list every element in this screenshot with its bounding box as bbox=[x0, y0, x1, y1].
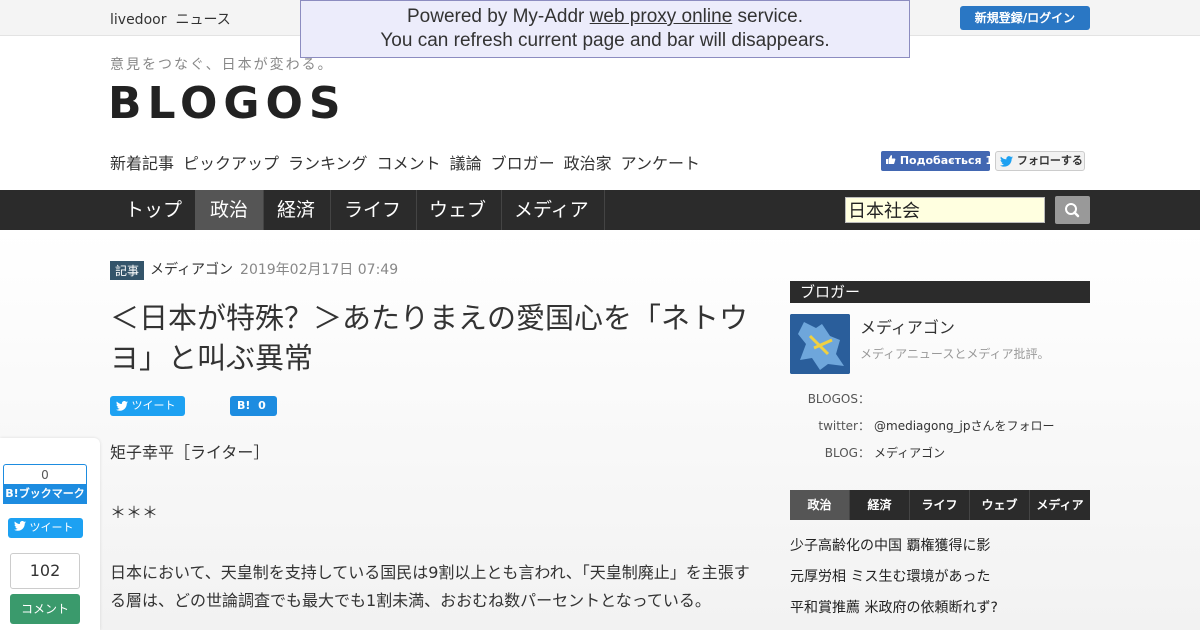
search-input[interactable] bbox=[845, 197, 1045, 223]
twitter-key: twitter： bbox=[818, 419, 870, 433]
article-type-badge: 記事 bbox=[110, 260, 145, 280]
tab-life[interactable]: ライフ bbox=[329, 190, 418, 230]
comment-button[interactable]: コメント bbox=[10, 594, 80, 624]
subnav-item-comment[interactable]: コメント bbox=[377, 154, 441, 173]
search-button[interactable] bbox=[1055, 196, 1090, 224]
blogger-blogos-row: BLOGOS： bbox=[790, 390, 870, 407]
tweet-float-button[interactable]: ツイート bbox=[8, 518, 83, 538]
register-login-button[interactable]: 新規登録/ログイン bbox=[960, 6, 1090, 30]
tweet-float-label: ツイート bbox=[29, 521, 74, 534]
subnav-item-survey[interactable]: アンケート bbox=[621, 154, 700, 173]
sidebar-news-link[interactable]: 平和賞推薦 米政府の依頼断れず? bbox=[790, 597, 998, 617]
site-name[interactable]: livedoor bbox=[110, 12, 166, 28]
proxy-suffix: service. bbox=[732, 6, 804, 27]
article-paragraph: 日本において、天皇制を支持している国民は9割以上とも言われ、「天皇制廃止」を主張… bbox=[110, 563, 750, 610]
sidebar-blogger-heading: ブロガー bbox=[790, 281, 1090, 303]
tab-web[interactable]: ウェブ bbox=[414, 190, 503, 230]
blogger-blog-row: BLOG： メディアゴン bbox=[790, 444, 945, 461]
blogger-avatar[interactable] bbox=[790, 314, 850, 374]
twitter-follow-label: フォローする bbox=[1016, 154, 1083, 167]
cat-tab-life[interactable]: ライフ bbox=[910, 490, 970, 520]
article-author[interactable]: メディアゴン bbox=[150, 262, 233, 278]
category-tabs: 政治 経済 ライフ ウェブ メディア bbox=[790, 490, 1090, 520]
sidebar-news-link[interactable]: 少子高齢化の中国 覇権獲得に影 bbox=[790, 535, 990, 555]
proxy-line-1: Powered by My-Addr web proxy online serv… bbox=[301, 5, 909, 29]
subnav-item-politician[interactable]: 政治家 bbox=[564, 154, 612, 173]
hatena-bookmark-float-button[interactable]: B!ブックマーク bbox=[3, 484, 87, 504]
sub-navigation: 新着記事 ピックアップ ランキング コメント 議論 ブロガー 政治家 アンケート bbox=[110, 150, 709, 174]
cat-tab-economy[interactable]: 経済 bbox=[850, 490, 910, 520]
blogger-description: メディアニュースとメディア批評。 bbox=[860, 347, 1050, 361]
search-icon bbox=[1065, 203, 1080, 218]
subnav-item-ranking[interactable]: ランキング bbox=[288, 154, 368, 173]
facebook-like-label: Подобається 13 bbox=[899, 154, 990, 167]
tab-politics[interactable]: 政治 bbox=[195, 190, 265, 230]
twitter-bird-icon bbox=[116, 401, 128, 411]
proxy-link[interactable]: web proxy online bbox=[590, 6, 733, 27]
blogger-name[interactable]: メディアゴン bbox=[860, 314, 955, 338]
cat-tab-web[interactable]: ウェブ bbox=[970, 490, 1030, 520]
site-brand[interactable]: livedoor ニュース bbox=[110, 9, 240, 29]
blogos-logo[interactable]: BLOGOS bbox=[108, 78, 347, 129]
mediagong-avatar-icon bbox=[790, 314, 850, 374]
main-navigation: トップ 政治 経済 ライフ ウェブ メディア bbox=[0, 190, 1200, 230]
cat-tab-media[interactable]: メディア bbox=[1030, 490, 1090, 520]
tweet-button[interactable]: ツイート bbox=[110, 396, 185, 416]
tweet-label: ツイート bbox=[131, 399, 176, 412]
blogger-twitter-row: twitter： @mediagong_jpさんをフォロー bbox=[790, 417, 1055, 434]
blog-key: BLOG： bbox=[824, 446, 870, 460]
thumbs-up-icon bbox=[886, 155, 896, 164]
hatena-bookmark-button[interactable]: B! 0 bbox=[230, 396, 277, 416]
article-paragraph-byline: 矩子幸平［ライター］ bbox=[110, 443, 270, 462]
article-meta: 記事 メディアゴン 2019年02月17日 07:49 bbox=[110, 259, 398, 280]
hatena-icon: B! bbox=[237, 399, 251, 412]
facebook-like-button[interactable]: Подобається 13 bbox=[881, 151, 990, 171]
cat-tab-politics[interactable]: 政治 bbox=[790, 490, 850, 520]
tab-economy[interactable]: 経済 bbox=[262, 190, 332, 230]
proxy-line-2: You can refresh current page and bar wil… bbox=[380, 30, 830, 51]
article-date: 2019年02月17日 07:49 bbox=[240, 262, 399, 278]
twitter-follow-button[interactable]: フォローする bbox=[995, 151, 1085, 171]
tab-media[interactable]: メディア bbox=[499, 190, 605, 230]
twitter-follow-link[interactable]: @mediagong_jpさんをフォロー bbox=[874, 419, 1055, 433]
proxy-prefix: Powered by My-Addr bbox=[406, 6, 590, 27]
subnav-item-new[interactable]: 新着記事 bbox=[110, 154, 174, 173]
sidebar-news-link[interactable]: 元厚労相 ミス生む環境があった bbox=[790, 566, 990, 586]
hatena-bookmark-count: 0 bbox=[3, 464, 87, 484]
tab-top[interactable]: トップ bbox=[110, 190, 199, 230]
twitter-bird-icon bbox=[14, 521, 26, 531]
proxy-banner: Powered by My-Addr web proxy online serv… bbox=[300, 0, 910, 58]
blog-link[interactable]: メディアゴン bbox=[874, 446, 945, 460]
comment-count: 102 bbox=[10, 553, 80, 589]
subnav-item-blogger[interactable]: ブロガー bbox=[491, 154, 555, 173]
article-paragraph-separator: ＊＊＊ bbox=[110, 503, 159, 522]
subnav-item-pickup[interactable]: ピックアップ bbox=[183, 154, 279, 173]
floating-share-panel: 0 B!ブックマーク ツイート 102 コメント bbox=[0, 438, 100, 630]
site-section[interactable]: ニュース bbox=[175, 12, 230, 28]
blogos-key: BLOGOS： bbox=[807, 392, 870, 406]
article-title: ＜日本が特殊？＞あたりまえの愛国心を「ネトウヨ」と叫ぶ異常 bbox=[110, 301, 749, 375]
subnav-item-debate[interactable]: 議論 bbox=[450, 154, 482, 173]
twitter-bird-icon bbox=[1000, 155, 1013, 167]
hatena-count: 0 bbox=[258, 399, 266, 412]
